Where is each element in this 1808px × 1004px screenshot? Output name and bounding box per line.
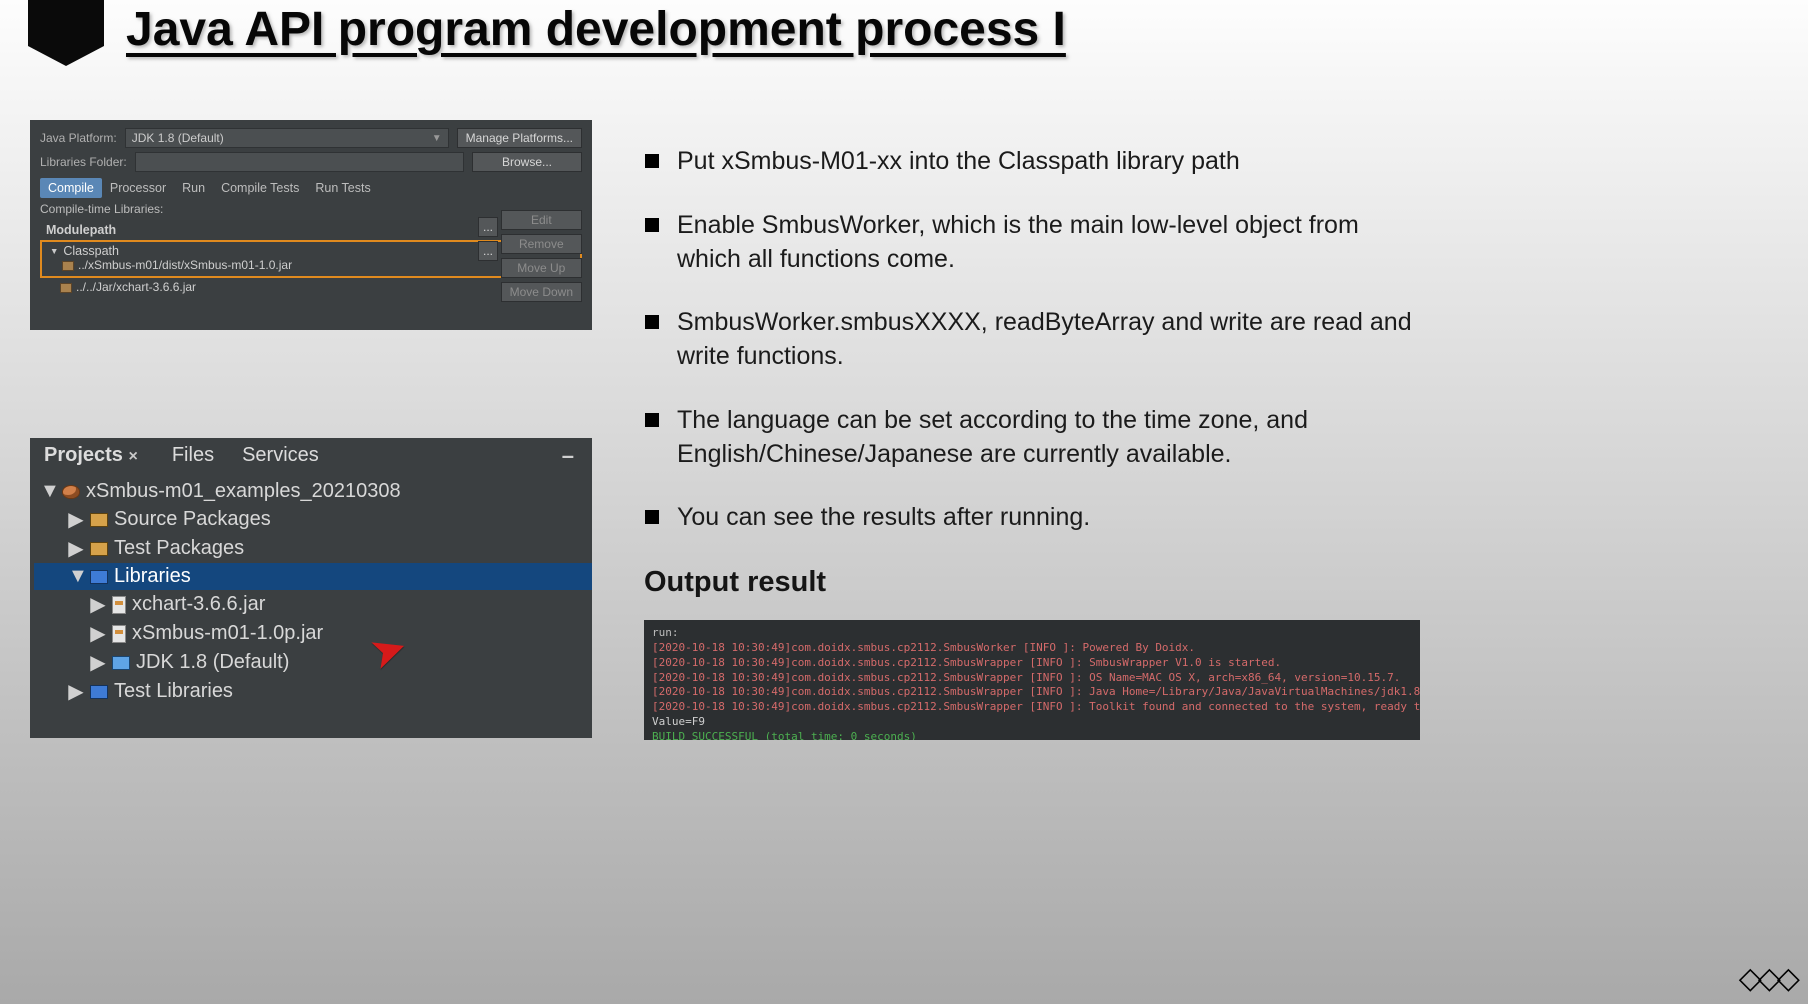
triangle-down-icon: ▼ <box>50 246 59 256</box>
list-item: You can see the results after running. <box>645 501 1415 535</box>
package-icon <box>90 513 108 527</box>
list-item: The language can be set according to the… <box>645 404 1415 472</box>
square-bullet-icon <box>645 413 659 427</box>
jar-icon <box>60 283 72 293</box>
library-tabs: Compile Processor Run Compile Tests Run … <box>40 178 582 198</box>
square-bullet-icon <box>645 510 659 524</box>
triangle-right-icon: ▶ <box>90 621 106 646</box>
libraries-folder-label: Libraries Folder: <box>40 155 127 169</box>
move-down-button[interactable]: Move Down <box>501 282 582 302</box>
triangle-down-icon: ▼ <box>68 565 84 588</box>
xchart-jar-node[interactable]: ▶ xchart-3.6.6.jar <box>34 590 592 619</box>
triangle-right-icon: ▶ <box>68 536 84 561</box>
source-packages-node[interactable]: ▶ Source Packages <box>34 505 592 534</box>
triangle-right-icon: ▶ <box>68 507 84 532</box>
project-root-node[interactable]: ▼ xSmbus-m01_examples_20210308 <box>34 478 592 505</box>
library-icon <box>90 685 108 699</box>
tab-projects[interactable]: Projects × <box>30 438 158 473</box>
diamond-decoration-icon: ◇◇◇ <box>1739 961 1796 996</box>
tab-run-tests[interactable]: Run Tests <box>307 178 378 198</box>
jar-icon <box>62 261 74 271</box>
chevron-down-icon: ▼ <box>432 133 442 144</box>
test-libraries-node[interactable]: ▶ Test Libraries <box>34 677 592 706</box>
console-line: [2020-10-18 10:30:49]com.doidx.smbus.cp2… <box>652 700 1412 715</box>
console-line: [2020-10-18 10:30:49]com.doidx.smbus.cp2… <box>652 641 1412 656</box>
tab-services[interactable]: Services <box>228 438 333 473</box>
triangle-down-icon: ▼ <box>40 480 56 503</box>
square-bullet-icon <box>645 315 659 329</box>
console-line: [2020-10-18 10:30:49]com.doidx.smbus.cp2… <box>652 685 1412 700</box>
square-bullet-icon <box>645 154 659 168</box>
tab-compile[interactable]: Compile <box>40 178 102 198</box>
list-item: SmbusWorker.smbusXXXX, readByteArray and… <box>645 306 1415 374</box>
tab-run[interactable]: Run <box>174 178 213 198</box>
slide-title: Java API program development process I <box>126 2 1066 57</box>
tab-files[interactable]: Files <box>158 438 228 473</box>
jdk-node[interactable]: ▶ JDK 1.8 (Default) <box>34 648 592 677</box>
manage-platforms-button[interactable]: Manage Platforms... <box>457 128 582 148</box>
output-console: run: [2020-10-18 10:30:49]com.doidx.smbu… <box>644 620 1420 740</box>
java-platform-label: Java Platform: <box>40 131 117 145</box>
list-item: Put xSmbus-M01-xx into the Classpath lib… <box>645 145 1415 179</box>
ellipsis-button[interactable]: ... <box>478 217 498 237</box>
jar-icon <box>112 596 126 614</box>
list-item: Enable SmbusWorker, which is the main lo… <box>645 209 1415 277</box>
project-properties-panel: Java Platform: JDK 1.8 (Default) ▼ Manag… <box>30 120 592 330</box>
test-packages-node[interactable]: ▶ Test Packages <box>34 534 592 563</box>
libraries-folder-field[interactable] <box>135 152 464 172</box>
console-run-label: run: <box>652 626 1412 641</box>
minimize-icon[interactable]: – <box>562 443 574 469</box>
package-icon <box>90 542 108 556</box>
remove-button[interactable]: Remove <box>501 234 582 254</box>
library-icon <box>90 570 108 584</box>
java-platform-combo[interactable]: JDK 1.8 (Default) ▼ <box>125 128 449 148</box>
xsmbus-jar-node[interactable]: ▶ xSmbus-m01-1.0p.jar <box>34 619 592 648</box>
move-up-button[interactable]: Move Up <box>501 258 582 278</box>
slide-badge <box>28 0 104 46</box>
console-value: Value=F9 <box>652 715 1412 730</box>
ellipsis-button[interactable]: ... <box>478 241 498 261</box>
tab-processor[interactable]: Processor <box>102 178 174 198</box>
close-icon[interactable]: × <box>129 448 144 465</box>
console-success: BUILD SUCCESSFUL (total time: 0 seconds) <box>652 730 1412 740</box>
edit-button[interactable]: Edit <box>501 210 582 230</box>
bullet-list: Put xSmbus-M01-xx into the Classpath lib… <box>645 145 1415 565</box>
triangle-right-icon: ▶ <box>90 650 106 675</box>
libraries-node[interactable]: ▼ Libraries <box>34 563 592 590</box>
output-result-heading: Output result <box>644 566 826 599</box>
projects-panel: Projects × Files Services – ▼ xSmbus-m01… <box>30 438 592 738</box>
console-line: [2020-10-18 10:30:49]com.doidx.smbus.cp2… <box>652 656 1412 671</box>
console-line: [2020-10-18 10:30:49]com.doidx.smbus.cp2… <box>652 671 1412 686</box>
jdk-icon <box>112 656 130 670</box>
triangle-right-icon: ▶ <box>68 679 84 704</box>
jar-icon <box>112 625 126 643</box>
square-bullet-icon <box>645 218 659 232</box>
coffee-cup-icon <box>62 485 80 499</box>
tab-compile-tests[interactable]: Compile Tests <box>213 178 307 198</box>
triangle-right-icon: ▶ <box>90 592 106 617</box>
browse-button[interactable]: Browse... <box>472 152 582 172</box>
java-platform-value: JDK 1.8 (Default) <box>132 131 224 145</box>
